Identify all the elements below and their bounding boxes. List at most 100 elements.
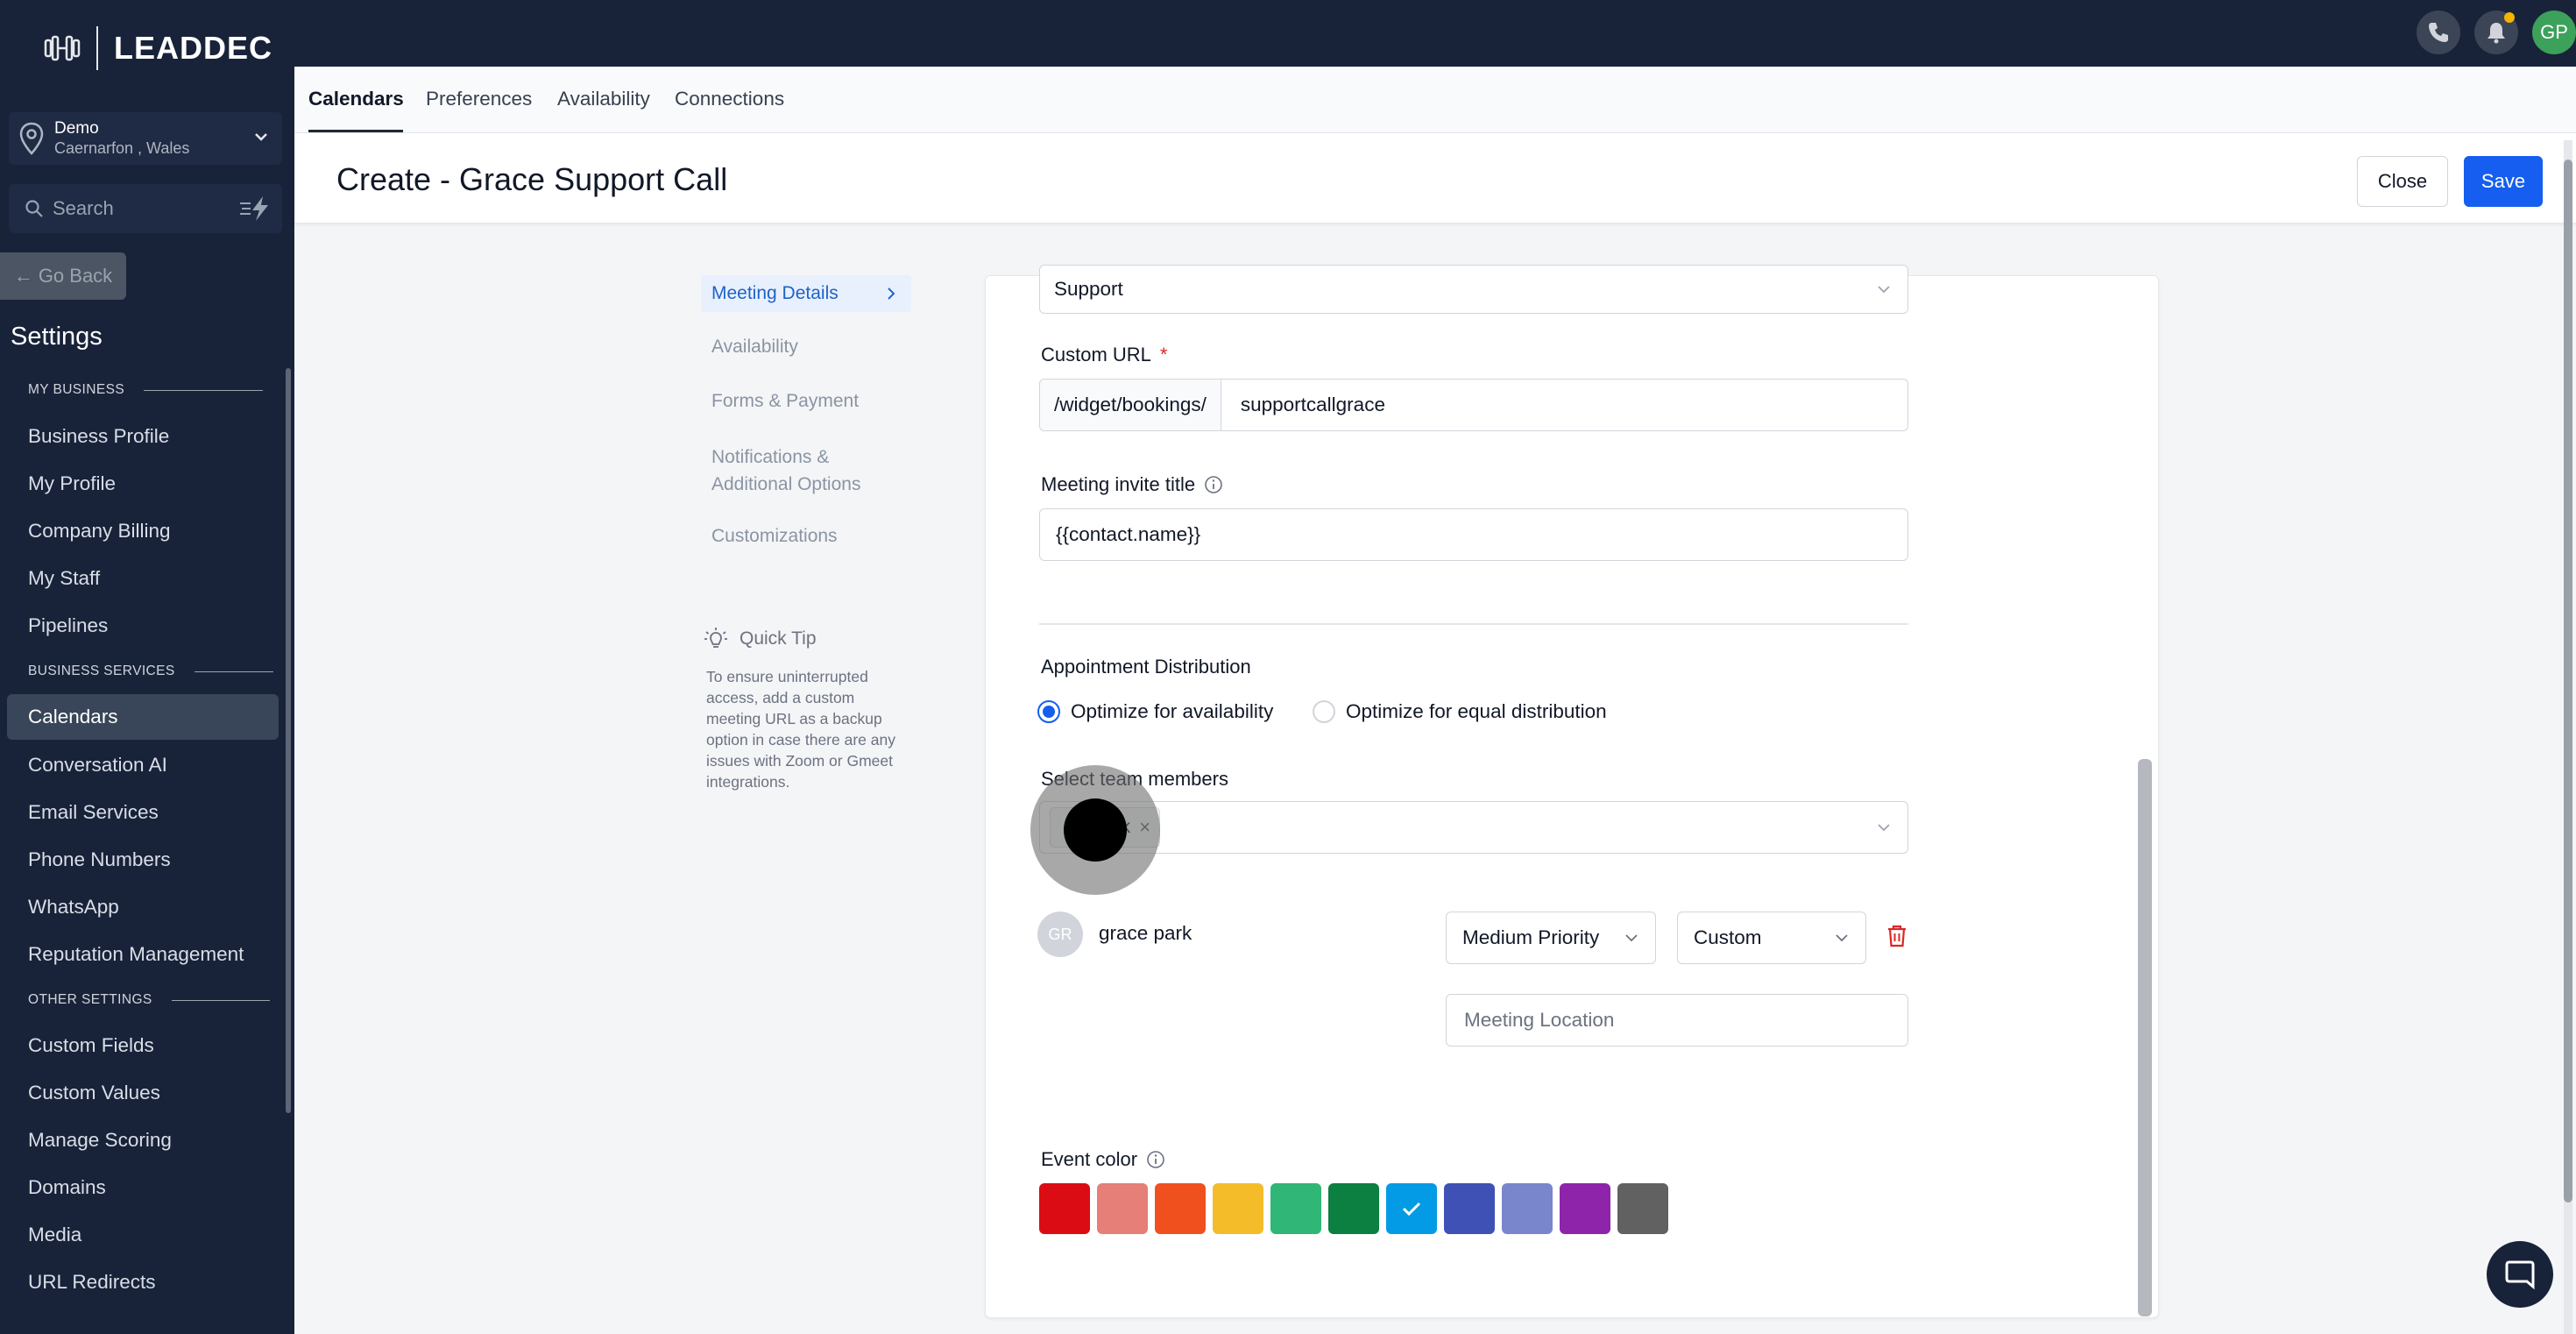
info-icon[interactable] bbox=[1204, 475, 1223, 494]
delete-member-icon[interactable] bbox=[1886, 924, 1908, 948]
event-color-label: Event color bbox=[1041, 1148, 1165, 1171]
notifications-button[interactable] bbox=[2474, 11, 2518, 54]
bell-icon bbox=[2488, 23, 2505, 44]
sidebar-item-custom-values[interactable]: Custom Values bbox=[28, 1082, 160, 1104]
step-customizations[interactable]: Customizations bbox=[701, 526, 911, 547]
radio-optimize-equal-distribution[interactable]: Optimize for equal distribution bbox=[1313, 700, 1607, 723]
tab-calendars[interactable]: Calendars bbox=[308, 88, 404, 110]
meeting-invite-title-input[interactable]: {{contact.name}} bbox=[1039, 508, 1908, 561]
step-forms-payment[interactable]: Forms & Payment bbox=[701, 391, 911, 412]
step-availability[interactable]: Availability bbox=[701, 337, 911, 358]
color-swatch[interactable] bbox=[1386, 1183, 1437, 1234]
sidebar-scrollbar[interactable] bbox=[286, 368, 291, 1113]
close-button[interactable]: Close bbox=[2357, 156, 2448, 207]
chevron-down-icon bbox=[1625, 934, 1638, 942]
color-swatch[interactable] bbox=[1097, 1183, 1148, 1234]
meeting-location-input[interactable]: Meeting Location bbox=[1446, 994, 1908, 1047]
member-availability-select[interactable]: Custom bbox=[1677, 912, 1866, 964]
team-members-select[interactable] bbox=[1039, 801, 1908, 854]
color-swatch[interactable] bbox=[1328, 1183, 1379, 1234]
chevron-down-icon bbox=[1836, 934, 1848, 942]
color-swatch[interactable] bbox=[1444, 1183, 1495, 1234]
check-icon bbox=[1402, 1202, 1421, 1217]
tabs-bar: Calendars Preferences Availability Conne… bbox=[294, 67, 2576, 133]
click-indicator-inner bbox=[1064, 798, 1127, 862]
sidebar-item-media[interactable]: Media bbox=[28, 1224, 81, 1246]
radio-label: Optimize for equal distribution bbox=[1346, 700, 1607, 722]
step-notifications[interactable]: Notifications & Additional Options bbox=[701, 443, 894, 498]
sidebar-search-input[interactable]: Search bbox=[9, 184, 282, 233]
chevron-down-icon bbox=[1878, 824, 1890, 832]
sidebar-item-my-profile[interactable]: My Profile bbox=[28, 472, 116, 495]
radio-label: Optimize for availability bbox=[1071, 700, 1274, 722]
sidebar-item-calendars[interactable]: Calendars bbox=[7, 694, 279, 740]
color-swatch[interactable] bbox=[1213, 1183, 1263, 1234]
quick-tip-text: To ensure uninterrupted access, add a cu… bbox=[706, 668, 895, 791]
color-swatch[interactable] bbox=[1560, 1183, 1610, 1234]
top-bar: GP bbox=[294, 0, 2576, 67]
card-scrollbar[interactable] bbox=[2138, 759, 2152, 1316]
sidebar-item-manage-scoring[interactable]: Manage Scoring bbox=[28, 1129, 172, 1152]
lightbulb-icon bbox=[704, 628, 727, 648]
chat-widget-button[interactable] bbox=[2487, 1241, 2553, 1308]
location-subtitle: Caernarfon , Wales bbox=[54, 139, 190, 157]
priority-value: Medium Priority bbox=[1462, 926, 1600, 948]
color-swatch[interactable] bbox=[1039, 1183, 1090, 1234]
group-select[interactable]: Support bbox=[1039, 265, 1908, 314]
page-title: Create - Grace Support Call bbox=[336, 161, 728, 197]
radio-optimize-availability[interactable]: Optimize for availability bbox=[1037, 700, 1273, 723]
page-scrollbar-thumb[interactable] bbox=[2564, 160, 2572, 1203]
sidebar-item-custom-fields[interactable]: Custom Fields bbox=[28, 1034, 154, 1057]
section-label-my-business: MY BUSINESS bbox=[28, 382, 264, 398]
section-label-other-settings: OTHER SETTINGS bbox=[28, 992, 270, 1008]
go-back-button[interactable]: ← Go Back bbox=[0, 252, 126, 300]
radio-unchecked-icon bbox=[1313, 700, 1335, 723]
section-divider bbox=[1039, 623, 1908, 625]
sidebar: LEADDEC Demo Caernarfon , Wales Search ←… bbox=[0, 0, 294, 1334]
user-avatar[interactable]: GP bbox=[2532, 11, 2576, 54]
custom-url-label: Custom URL * bbox=[1041, 344, 1168, 365]
color-swatch[interactable] bbox=[1617, 1183, 1668, 1234]
sidebar-item-reputation-management[interactable]: Reputation Management bbox=[28, 943, 244, 966]
sidebar-item-conversation-ai[interactable]: Conversation AI bbox=[28, 754, 167, 777]
url-prefix: /widget/bookings/ bbox=[1040, 380, 1221, 430]
phone-button[interactable] bbox=[2417, 11, 2460, 54]
custom-url-field[interactable]: /widget/bookings/ supportcallgrace bbox=[1039, 379, 1908, 431]
group-select-value: Support bbox=[1054, 278, 1123, 300]
lightning-bolt-icon[interactable] bbox=[238, 195, 272, 223]
page-scrollbar[interactable] bbox=[2564, 140, 2572, 1334]
sidebar-item-email-services[interactable]: Email Services bbox=[28, 801, 159, 824]
sidebar-item-phone-numbers[interactable]: Phone Numbers bbox=[28, 848, 171, 871]
chevron-down-icon bbox=[1878, 286, 1890, 294]
tab-availability[interactable]: Availability bbox=[557, 88, 650, 110]
info-icon[interactable] bbox=[1146, 1150, 1165, 1169]
location-switcher[interactable]: Demo Caernarfon , Wales bbox=[9, 112, 282, 165]
brand-logo[interactable]: LEADDEC bbox=[44, 23, 272, 74]
color-swatch[interactable] bbox=[1502, 1183, 1553, 1234]
sidebar-item-business-profile[interactable]: Business Profile bbox=[28, 425, 169, 448]
member-avatar: GR bbox=[1037, 912, 1083, 957]
sidebar-item-pipelines[interactable]: Pipelines bbox=[28, 614, 108, 637]
chevron-right-icon bbox=[888, 287, 895, 300]
color-swatch[interactable] bbox=[1270, 1183, 1321, 1234]
save-button[interactable]: Save bbox=[2464, 156, 2543, 207]
custom-url-value: supportcallgrace bbox=[1240, 394, 1385, 415]
tab-preferences[interactable]: Preferences bbox=[426, 88, 532, 110]
sidebar-item-url-redirects[interactable]: URL Redirects bbox=[28, 1271, 155, 1294]
active-tab-indicator bbox=[308, 130, 403, 132]
chevron-down-icon bbox=[255, 133, 267, 141]
availability-value: Custom bbox=[1694, 926, 1762, 948]
radio-checked-icon bbox=[1037, 700, 1060, 723]
go-back-label: Go Back bbox=[38, 265, 113, 287]
step-meeting-details[interactable]: Meeting Details bbox=[701, 275, 911, 312]
arrow-left-icon: ← bbox=[13, 265, 33, 287]
tab-connections[interactable]: Connections bbox=[675, 88, 784, 110]
color-swatch[interactable] bbox=[1155, 1183, 1206, 1234]
sidebar-item-domains[interactable]: Domains bbox=[28, 1176, 106, 1199]
sidebar-item-whatsapp[interactable]: WhatsApp bbox=[28, 896, 119, 919]
sidebar-item-company-billing[interactable]: Company Billing bbox=[28, 520, 171, 543]
member-priority-select[interactable]: Medium Priority bbox=[1446, 912, 1656, 964]
sidebar-item-my-staff[interactable]: My Staff bbox=[28, 567, 100, 590]
section-label-business-services: BUSINESS SERVICES bbox=[28, 663, 273, 679]
member-name: grace park bbox=[1099, 922, 1192, 944]
